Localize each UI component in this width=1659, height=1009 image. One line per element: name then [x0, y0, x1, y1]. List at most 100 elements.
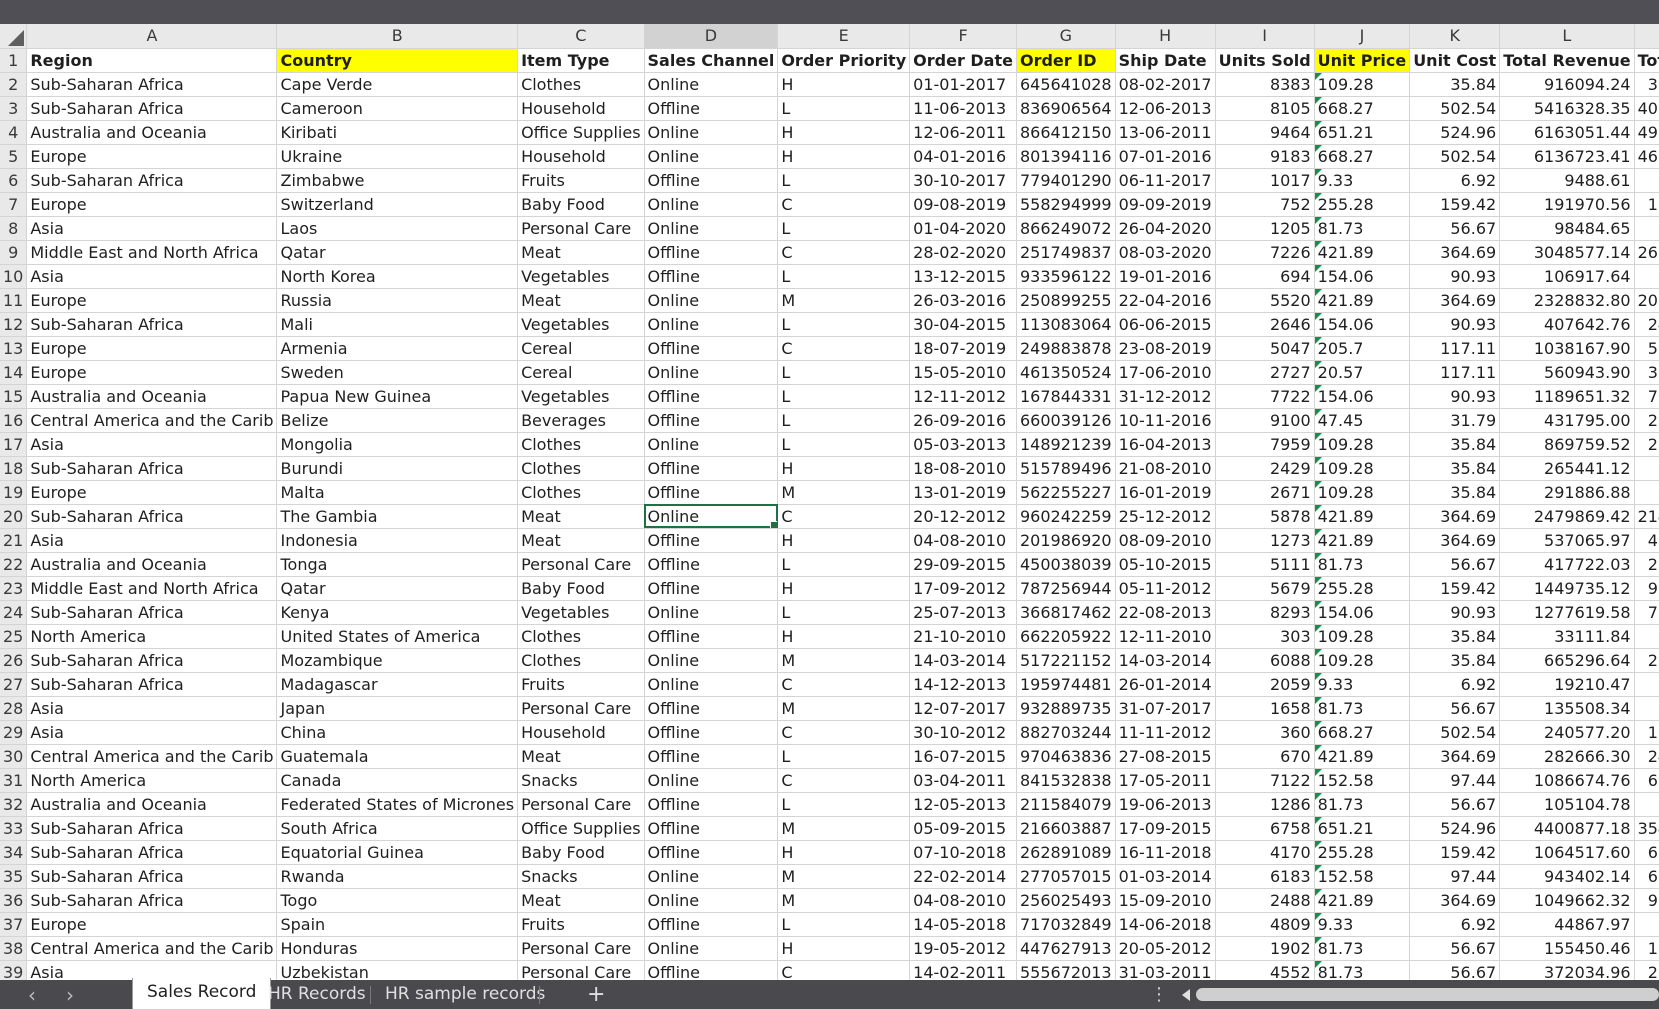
selected-cell[interactable]: Online — [644, 504, 779, 529]
cell-d[interactable]: Online — [644, 600, 779, 625]
column-header-e[interactable]: E — [777, 24, 911, 49]
column-title-cell[interactable]: Total Cost — [1634, 48, 1659, 73]
cell-j[interactable]: 81.73 — [1314, 936, 1411, 961]
cell-l[interactable]: 431795.00 — [1499, 408, 1635, 433]
cell-e[interactable]: H — [777, 624, 911, 649]
cell-j[interactable]: 9.33 — [1314, 168, 1411, 193]
cell-c[interactable]: Office Supplies — [517, 120, 645, 145]
cell-i[interactable]: 5111 — [1215, 552, 1315, 577]
row-header[interactable]: 19 — [0, 480, 28, 505]
cell-k[interactable]: 56.67 — [1409, 216, 1501, 241]
scroll-left-arrow-icon[interactable] — [1182, 989, 1190, 1001]
cell-k[interactable]: 524.96 — [1409, 816, 1501, 841]
cell-g[interactable]: 836906564 — [1016, 96, 1116, 121]
cell-b[interactable]: Burundi — [276, 456, 519, 481]
cell-d[interactable]: Offline — [644, 552, 779, 577]
cell-j[interactable]: 81.73 — [1314, 960, 1411, 980]
cell-b[interactable]: Zimbabwe — [276, 168, 519, 193]
cell-i[interactable]: 7722 — [1215, 384, 1315, 409]
cell-d[interactable]: Offline — [644, 816, 779, 841]
cell-m[interactable]: 664781.40 — [1634, 840, 1659, 865]
cell-k[interactable]: 35.84 — [1409, 480, 1501, 505]
cell-e[interactable]: L — [777, 96, 911, 121]
cell-e[interactable]: H — [777, 120, 911, 145]
cell-j[interactable]: 109.28 — [1314, 432, 1411, 457]
cell-l[interactable]: 1049662.32 — [1499, 888, 1635, 913]
row-header[interactable]: 12 — [0, 312, 28, 337]
row-header[interactable]: 18 — [0, 456, 28, 481]
cell-l[interactable]: 5416328.35 — [1499, 96, 1635, 121]
cell-g[interactable]: 717032849 — [1016, 912, 1116, 937]
cell-g[interactable]: 801394116 — [1016, 144, 1116, 169]
cell-j[interactable]: 255.28 — [1314, 840, 1411, 865]
cell-c[interactable]: Beverages — [517, 408, 645, 433]
cell-l[interactable]: 155450.46 — [1499, 936, 1635, 961]
cell-a[interactable]: North America — [26, 768, 278, 793]
cell-c[interactable]: Personal Care — [517, 216, 645, 241]
cell-a[interactable]: Sub-Saharan Africa — [26, 96, 278, 121]
cell-b[interactable]: Cape Verde — [276, 72, 519, 97]
cell-k[interactable]: 97.44 — [1409, 768, 1501, 793]
cell-j[interactable]: 47.45 — [1314, 408, 1411, 433]
cell-g[interactable]: 787256944 — [1016, 576, 1116, 601]
cell-i[interactable]: 6758 — [1215, 816, 1315, 841]
cell-a[interactable]: Sub-Saharan Africa — [26, 456, 278, 481]
row-header[interactable]: 21 — [0, 528, 28, 553]
cell-a[interactable]: Central America and the Carib — [26, 408, 278, 433]
cell-d[interactable]: Online — [644, 312, 779, 337]
cell-a[interactable]: Central America and the Carib — [26, 744, 278, 769]
cell-i[interactable]: 694 — [1215, 264, 1315, 289]
cell-d[interactable]: Online — [644, 216, 779, 241]
cell-i[interactable]: 8105 — [1215, 96, 1315, 121]
cell-k[interactable]: 524.96 — [1409, 120, 1501, 145]
cell-i[interactable]: 7226 — [1215, 240, 1315, 265]
cell-b[interactable]: Canada — [276, 768, 519, 793]
cell-m[interactable]: 240600.78 — [1634, 312, 1659, 337]
cell-c[interactable]: Clothes — [517, 624, 645, 649]
cell-j[interactable]: 9.33 — [1314, 672, 1411, 697]
tab-hr-sample-records[interactable]: HR sample records — [371, 980, 559, 1009]
cell-c[interactable]: Vegetables — [517, 264, 645, 289]
cell-h[interactable]: 22-04-2016 — [1115, 288, 1216, 313]
cell-c[interactable]: Meat — [517, 528, 645, 553]
cell-h[interactable]: 12-11-2010 — [1115, 624, 1216, 649]
cell-a[interactable]: Sub-Saharan Africa — [26, 888, 278, 913]
cell-i[interactable]: 4552 — [1215, 960, 1315, 980]
cell-h[interactable]: 14-03-2014 — [1115, 648, 1216, 673]
cell-m[interactable]: 68287.35 — [1634, 216, 1659, 241]
previous-sheet-arrow-icon[interactable]: ‹ — [28, 983, 36, 1007]
cell-i[interactable]: 360 — [1215, 720, 1315, 745]
cell-k[interactable]: 35.84 — [1409, 456, 1501, 481]
cell-a[interactable]: Australia and Oceania — [26, 120, 278, 145]
cell-d[interactable]: Online — [644, 120, 779, 145]
row-header[interactable]: 28 — [0, 696, 28, 721]
cell-h[interactable]: 31-12-2012 — [1115, 384, 1216, 409]
cell-a[interactable]: Sub-Saharan Africa — [26, 504, 278, 529]
cell-l[interactable]: 665296.64 — [1499, 648, 1635, 673]
cell-a[interactable]: Europe — [26, 192, 278, 217]
cell-f[interactable]: 14-03-2014 — [909, 648, 1017, 673]
cell-m[interactable]: 4073086.70 — [1634, 96, 1659, 121]
cell-j[interactable]: 109.28 — [1314, 624, 1411, 649]
cell-i[interactable]: 5878 — [1215, 504, 1315, 529]
cell-g[interactable]: 450038039 — [1016, 552, 1116, 577]
cell-h[interactable]: 26-04-2020 — [1115, 216, 1216, 241]
cell-a[interactable]: Asia — [26, 216, 278, 241]
cell-m[interactable]: 693967.68 — [1634, 768, 1659, 793]
cell-i[interactable]: 1273 — [1215, 528, 1315, 553]
cell-m[interactable]: 2143647.82 — [1634, 504, 1659, 529]
cell-j[interactable]: 9.33 — [1314, 912, 1411, 937]
cell-f[interactable]: 03-04-2011 — [909, 768, 1017, 793]
cell-g[interactable]: 866249072 — [1016, 216, 1116, 241]
cell-e[interactable]: M — [777, 480, 911, 505]
cell-b[interactable]: China — [276, 720, 519, 745]
cell-f[interactable]: 26-09-2016 — [909, 408, 1017, 433]
cell-h[interactable]: 19-06-2013 — [1115, 792, 1216, 817]
cell-d[interactable]: Offline — [644, 720, 779, 745]
row-header[interactable]: 16 — [0, 408, 28, 433]
cell-f[interactable]: 26-03-2016 — [909, 288, 1017, 313]
cell-f[interactable]: 30-10-2012 — [909, 720, 1017, 745]
row-header[interactable]: 9 — [0, 240, 28, 265]
cell-d[interactable]: Offline — [644, 264, 779, 289]
cell-g[interactable]: 249883878 — [1016, 336, 1116, 361]
